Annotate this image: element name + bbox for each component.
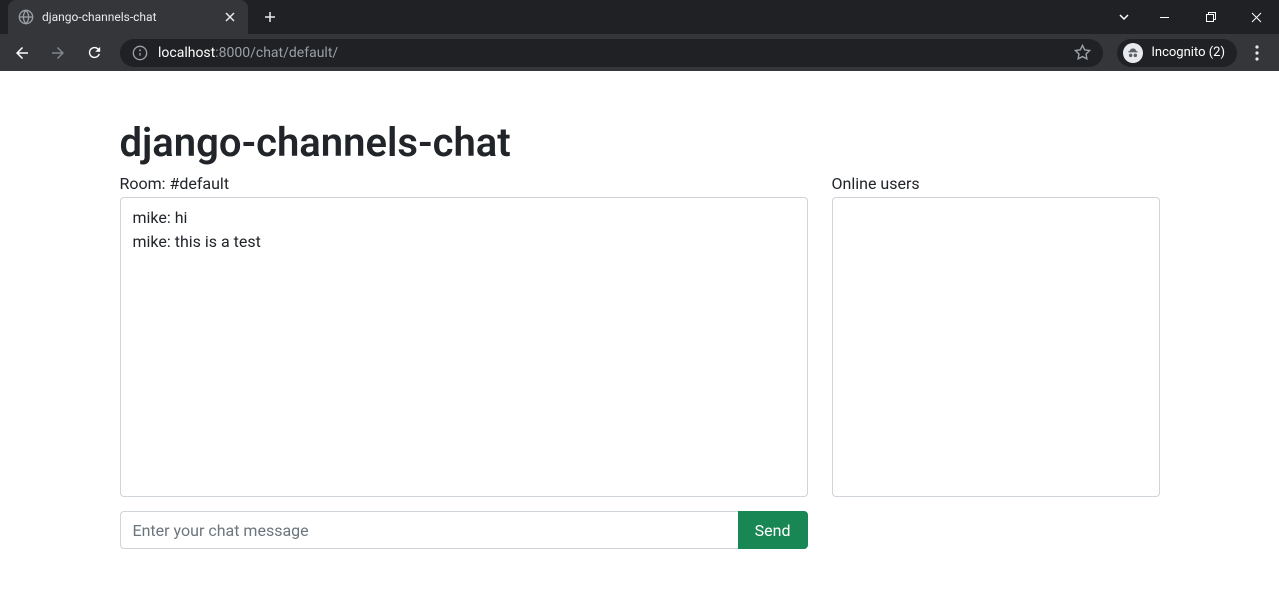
url-host: localhost [158, 45, 215, 61]
chat-message-input[interactable] [120, 511, 738, 549]
window-controls [1107, 0, 1279, 34]
online-users-list[interactable] [832, 197, 1160, 497]
incognito-icon [1123, 43, 1143, 63]
address-bar[interactable]: localhost:8000/chat/default/ [120, 39, 1103, 67]
browser-tab[interactable]: django-channels-chat [8, 0, 248, 34]
forward-button[interactable] [42, 37, 74, 69]
maximize-button[interactable] [1187, 2, 1233, 32]
url-text: localhost:8000/chat/default/ [158, 45, 1064, 61]
new-tab-button[interactable] [256, 3, 284, 31]
send-button[interactable]: Send [738, 511, 808, 549]
chat-input-row: Send [120, 511, 808, 549]
tab-strip: django-channels-chat [0, 0, 1279, 34]
online-users-label: Online users [832, 174, 1160, 193]
online-users-column: Online users [832, 174, 1160, 501]
browser-chrome: django-channels-chat [0, 0, 1279, 71]
url-path: :8000/chat/default/ [215, 45, 338, 61]
incognito-badge[interactable]: Incognito (2) [1117, 39, 1237, 67]
minimize-button[interactable] [1141, 2, 1187, 32]
chat-column: Room: #default [120, 174, 808, 501]
room-label: Room: #default [120, 174, 808, 193]
browser-menu-button[interactable] [1241, 37, 1273, 69]
browser-toolbar: localhost:8000/chat/default/ Incognito (… [0, 34, 1279, 71]
page-content: django-channels-chat Room: #default Onli… [0, 71, 1279, 549]
globe-icon [18, 9, 34, 25]
page-title: django-channels-chat [120, 119, 1160, 166]
chat-log[interactable] [120, 197, 808, 497]
reload-button[interactable] [78, 37, 110, 69]
close-window-button[interactable] [1233, 2, 1279, 32]
container: django-channels-chat Room: #default Onli… [120, 119, 1160, 549]
bookmark-icon[interactable] [1074, 44, 1091, 61]
back-button[interactable] [6, 37, 38, 69]
incognito-label: Incognito (2) [1151, 45, 1225, 60]
tab-search-button[interactable] [1107, 2, 1141, 32]
tab-title: django-channels-chat [42, 10, 214, 24]
info-icon[interactable] [132, 45, 148, 61]
main-row: Room: #default Online users [120, 174, 1160, 501]
close-icon[interactable] [222, 9, 238, 25]
